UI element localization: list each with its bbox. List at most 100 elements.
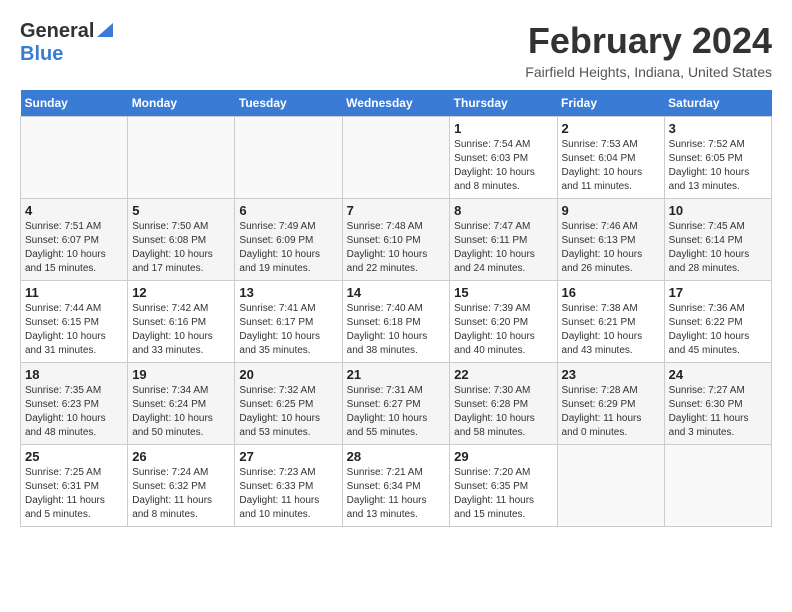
table-row <box>235 117 342 199</box>
day-detail: Sunrise: 7:47 AM Sunset: 6:11 PM Dayligh… <box>454 220 552 276</box>
table-row: 19Sunrise: 7:34 AM Sunset: 6:24 PM Dayli… <box>128 363 235 445</box>
day-number: 6 <box>239 203 337 218</box>
table-row: 4 Sunrise: 7:51 AM Sunset: 6:07 PM Daylig… <box>21 199 128 281</box>
table-row: 8 Sunrise: 7:47 AM Sunset: 6:11 PM Daylig… <box>450 199 557 281</box>
table-row: 24 Sunrise: 7:27 AM Sunset: 6:30 PM Dayli… <box>664 363 771 445</box>
day-detail: Sunrise: 7:31 AM Sunset: 6:27 PM Dayligh… <box>347 384 446 440</box>
table-row: 11 Sunrise: 7:44 AM Sunset: 6:15 PM Dayli… <box>21 281 128 363</box>
day-detail: Sunrise: 7:20 AM Sunset: 6:35 PM Dayligh… <box>454 466 552 522</box>
table-row <box>557 445 664 527</box>
day-number: 3 <box>669 121 767 136</box>
table-row: 1 Sunrise: 7:54 AM Sunset: 6:03 PM Daylig… <box>450 117 557 199</box>
day-number: 4 <box>25 203 123 218</box>
week-row-4: 18 Sunrise: 7:35 AM Sunset: 6:23 PM Dayli… <box>21 363 772 445</box>
table-row: 25 Sunrise: 7:25 AM Sunset: 6:31 PM Dayli… <box>21 445 128 527</box>
day-number: 9 <box>562 203 660 218</box>
day-number: 11 <box>25 285 123 300</box>
week-row-5: 25 Sunrise: 7:25 AM Sunset: 6:31 PM Dayli… <box>21 445 772 527</box>
table-row: 5 Sunrise: 7:50 AM Sunset: 6:08 PM Daylig… <box>128 199 235 281</box>
day-detail: Sunrise: 7:30 AM Sunset: 6:28 PM Dayligh… <box>454 384 552 440</box>
table-row: 22 Sunrise: 7:30 AM Sunset: 6:28 PM Dayli… <box>450 363 557 445</box>
header-friday: Friday <box>557 90 664 117</box>
day-number: 7 <box>347 203 446 218</box>
day-number: 27 <box>239 449 337 464</box>
header-saturday: Saturday <box>664 90 771 117</box>
logo-blue-text: Blue <box>20 43 63 65</box>
day-number: 29 <box>454 449 552 464</box>
table-row: 27 Sunrise: 7:23 AM Sunset: 6:33 PM Dayli… <box>235 445 342 527</box>
logo-general-text: General <box>20 20 94 43</box>
day-detail: Sunrise: 7:32 AM Sunset: 6:25 PM Dayligh… <box>239 384 337 440</box>
day-number: 24 <box>669 367 767 382</box>
table-row: 18 Sunrise: 7:35 AM Sunset: 6:23 PM Dayli… <box>21 363 128 445</box>
table-row: 12 Sunrise: 7:42 AM Sunset: 6:16 PM Dayli… <box>128 281 235 363</box>
table-row: 28Sunrise: 7:21 AM Sunset: 6:34 PM Dayli… <box>342 445 450 527</box>
calendar-header-row: SundayMondayTuesdayWednesdayThursdayFrid… <box>21 90 772 117</box>
table-row: 21 Sunrise: 7:31 AM Sunset: 6:27 PM Dayli… <box>342 363 450 445</box>
day-number: 12 <box>132 285 230 300</box>
day-detail: Sunrise: 7:42 AM Sunset: 6:16 PM Dayligh… <box>132 302 230 358</box>
day-number: 1 <box>454 121 552 136</box>
week-row-1: 1 Sunrise: 7:54 AM Sunset: 6:03 PM Daylig… <box>21 117 772 199</box>
day-detail: Sunrise: 7:52 AM Sunset: 6:05 PM Dayligh… <box>669 138 767 194</box>
location-subtitle: Fairfield Heights, Indiana, United State… <box>525 64 772 80</box>
day-detail: Sunrise: 7:25 AM Sunset: 6:31 PM Dayligh… <box>25 466 123 522</box>
day-detail: Sunrise: 7:44 AM Sunset: 6:15 PM Dayligh… <box>25 302 123 358</box>
table-row: 17Sunrise: 7:36 AM Sunset: 6:22 PM Dayli… <box>664 281 771 363</box>
day-number: 19 <box>132 367 230 382</box>
table-row <box>664 445 771 527</box>
table-row: 15 Sunrise: 7:39 AM Sunset: 6:20 PM Dayli… <box>450 281 557 363</box>
table-row <box>128 117 235 199</box>
title-section: February 2024 Fairfield Heights, Indiana… <box>525 20 772 80</box>
day-number: 10 <box>669 203 767 218</box>
day-detail: Sunrise: 7:54 AM Sunset: 6:03 PM Dayligh… <box>454 138 552 194</box>
table-row: 26 Sunrise: 7:24 AM Sunset: 6:32 PM Dayli… <box>128 445 235 527</box>
day-detail: Sunrise: 7:49 AM Sunset: 6:09 PM Dayligh… <box>239 220 337 276</box>
day-number: 21 <box>347 367 446 382</box>
day-detail: Sunrise: 7:53 AM Sunset: 6:04 PM Dayligh… <box>562 138 660 194</box>
table-row: 9Sunrise: 7:46 AM Sunset: 6:13 PM Daylig… <box>557 199 664 281</box>
day-detail: Sunrise: 7:41 AM Sunset: 6:17 PM Dayligh… <box>239 302 337 358</box>
table-row: 6 Sunrise: 7:49 AM Sunset: 6:09 PM Daylig… <box>235 199 342 281</box>
calendar-table: SundayMondayTuesdayWednesdayThursdayFrid… <box>20 90 772 527</box>
table-row <box>21 117 128 199</box>
day-detail: Sunrise: 7:38 AM Sunset: 6:21 PM Dayligh… <box>562 302 660 358</box>
header-tuesday: Tuesday <box>235 90 342 117</box>
day-detail: Sunrise: 7:27 AM Sunset: 6:30 PM Dayligh… <box>669 384 767 440</box>
week-row-2: 4 Sunrise: 7:51 AM Sunset: 6:07 PM Daylig… <box>21 199 772 281</box>
day-detail: Sunrise: 7:23 AM Sunset: 6:33 PM Dayligh… <box>239 466 337 522</box>
day-number: 22 <box>454 367 552 382</box>
table-row: 10Sunrise: 7:45 AM Sunset: 6:14 PM Dayli… <box>664 199 771 281</box>
day-number: 18 <box>25 367 123 382</box>
day-detail: Sunrise: 7:36 AM Sunset: 6:22 PM Dayligh… <box>669 302 767 358</box>
table-row: 13 Sunrise: 7:41 AM Sunset: 6:17 PM Dayli… <box>235 281 342 363</box>
day-number: 15 <box>454 285 552 300</box>
day-number: 5 <box>132 203 230 218</box>
day-number: 13 <box>239 285 337 300</box>
day-number: 20 <box>239 367 337 382</box>
page-header: General Blue February 2024 Fairfield Hei… <box>20 20 772 80</box>
logo: General Blue <box>20 20 113 66</box>
table-row: 20 Sunrise: 7:32 AM Sunset: 6:25 PM Dayli… <box>235 363 342 445</box>
day-number: 25 <box>25 449 123 464</box>
table-row: 16Sunrise: 7:38 AM Sunset: 6:21 PM Dayli… <box>557 281 664 363</box>
day-detail: Sunrise: 7:24 AM Sunset: 6:32 PM Dayligh… <box>132 466 230 522</box>
day-detail: Sunrise: 7:51 AM Sunset: 6:07 PM Dayligh… <box>25 220 123 276</box>
header-thursday: Thursday <box>450 90 557 117</box>
day-detail: Sunrise: 7:50 AM Sunset: 6:08 PM Dayligh… <box>132 220 230 276</box>
table-row: 29 Sunrise: 7:20 AM Sunset: 6:35 PM Dayli… <box>450 445 557 527</box>
table-row: 23 Sunrise: 7:28 AM Sunset: 6:29 PM Dayli… <box>557 363 664 445</box>
day-number: 28 <box>347 449 446 464</box>
day-detail: Sunrise: 7:35 AM Sunset: 6:23 PM Dayligh… <box>25 384 123 440</box>
day-detail: Sunrise: 7:39 AM Sunset: 6:20 PM Dayligh… <box>454 302 552 358</box>
day-number: 23 <box>562 367 660 382</box>
table-row <box>342 117 450 199</box>
day-detail: Sunrise: 7:28 AM Sunset: 6:29 PM Dayligh… <box>562 384 660 440</box>
day-number: 26 <box>132 449 230 464</box>
header-monday: Monday <box>128 90 235 117</box>
day-detail: Sunrise: 7:40 AM Sunset: 6:18 PM Dayligh… <box>347 302 446 358</box>
table-row: 7Sunrise: 7:48 AM Sunset: 6:10 PM Daylig… <box>342 199 450 281</box>
table-row: 14Sunrise: 7:40 AM Sunset: 6:18 PM Dayli… <box>342 281 450 363</box>
logo-triangle-icon <box>97 23 113 42</box>
day-number: 8 <box>454 203 552 218</box>
